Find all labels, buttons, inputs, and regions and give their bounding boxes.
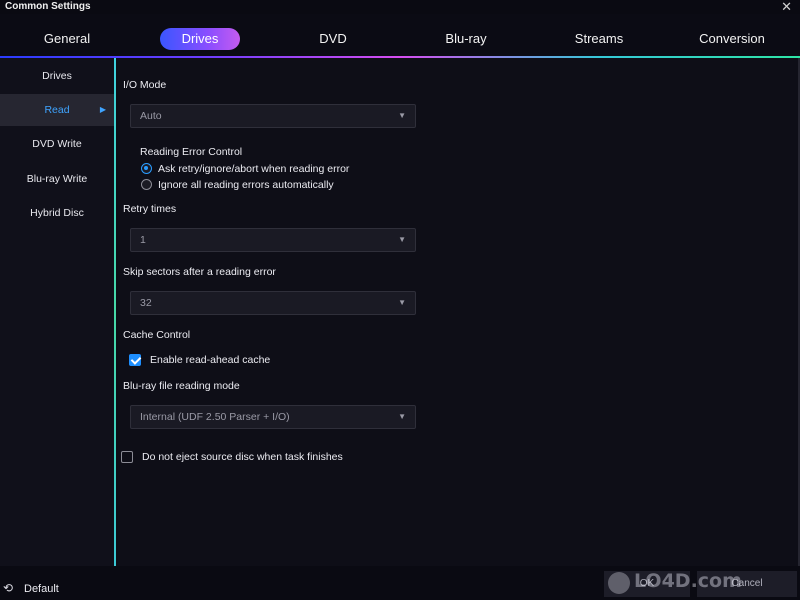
sidebar-item-read[interactable]: Read ▶ <box>0 94 114 126</box>
read-ahead-label: Enable read-ahead cache <box>150 354 271 366</box>
cache-control-label: Cache Control <box>123 329 191 341</box>
tab-drives[interactable]: Drives <box>160 28 240 50</box>
no-eject-checkbox[interactable] <box>121 451 133 463</box>
tab-streams[interactable]: Streams <box>539 25 659 53</box>
skip-sectors-value: 32 <box>140 297 152 309</box>
reset-icon[interactable]: ⟲ <box>3 581 13 595</box>
sidebar-item-label: DVD Write <box>32 138 82 150</box>
window-title: Common Settings <box>5 1 91 12</box>
sidebar-item-bluray-write[interactable]: Blu-ray Write <box>0 163 114 195</box>
bluray-reading-mode-label: Blu-ray file reading mode <box>123 380 240 392</box>
default-button[interactable]: Default <box>24 583 59 595</box>
retry-times-value: 1 <box>140 234 146 246</box>
sidebar-item-hybrid-disc[interactable]: Hybrid Disc <box>0 197 114 229</box>
io-mode-value: Auto <box>140 110 162 122</box>
retry-times-label: Retry times <box>123 203 177 215</box>
dropdown-arrow-icon: ▼ <box>398 298 406 307</box>
radio-ignore-all-label: Ignore all reading errors automatically <box>158 179 334 191</box>
bluray-reading-mode-value: Internal (UDF 2.50 Parser + I/O) <box>140 411 290 423</box>
tab-conversion[interactable]: Conversion <box>672 25 792 53</box>
read-ahead-checkbox[interactable] <box>129 354 141 366</box>
sidebar: Drives Read ▶ DVD Write Blu-ray Write Hy… <box>0 58 116 566</box>
caret-right-icon: ▶ <box>99 105 106 114</box>
dropdown-arrow-icon: ▼ <box>398 412 406 421</box>
sidebar-item-dvd-write[interactable]: DVD Write <box>0 128 114 160</box>
read-settings-panel: I/O Mode Auto ▼ Reading Error Control As… <box>118 58 800 566</box>
title-bar: Common Settings ✕ <box>0 0 800 14</box>
radio-ignore-all[interactable] <box>141 179 152 190</box>
sidebar-item-label: Hybrid Disc <box>30 207 84 219</box>
tab-bar: General Drives DVD Blu-ray Streams Conve… <box>0 14 800 58</box>
skip-sectors-label: Skip sectors after a reading error <box>123 266 276 278</box>
watermark-logo-icon <box>608 572 630 594</box>
reading-error-control-label: Reading Error Control <box>140 146 243 158</box>
dropdown-arrow-icon: ▼ <box>398 235 406 244</box>
bluray-reading-mode-select[interactable]: Internal (UDF 2.50 Parser + I/O) ▼ <box>130 405 416 429</box>
radio-ask-retry[interactable] <box>141 163 152 174</box>
io-mode-label: I/O Mode <box>123 79 167 91</box>
sidebar-item-label: Blu-ray Write <box>26 173 88 185</box>
sidebar-item-drives[interactable]: Drives <box>0 60 114 92</box>
sidebar-item-label: Read <box>44 104 70 116</box>
no-eject-label: Do not eject source disc when task finis… <box>142 451 343 463</box>
sidebar-item-label: Drives <box>42 70 72 82</box>
tab-dvd[interactable]: DVD <box>273 25 393 53</box>
watermark: LO4D.com <box>634 570 742 592</box>
retry-times-select[interactable]: 1 ▼ <box>130 228 416 252</box>
close-icon[interactable]: ✕ <box>781 0 792 15</box>
skip-sectors-select[interactable]: 32 ▼ <box>130 291 416 315</box>
dropdown-arrow-icon: ▼ <box>398 111 406 120</box>
radio-ask-retry-label: Ask retry/ignore/abort when reading erro… <box>158 163 350 175</box>
tab-bluray[interactable]: Blu-ray <box>406 25 526 53</box>
io-mode-select[interactable]: Auto ▼ <box>130 104 416 128</box>
tab-general[interactable]: General <box>7 25 127 53</box>
